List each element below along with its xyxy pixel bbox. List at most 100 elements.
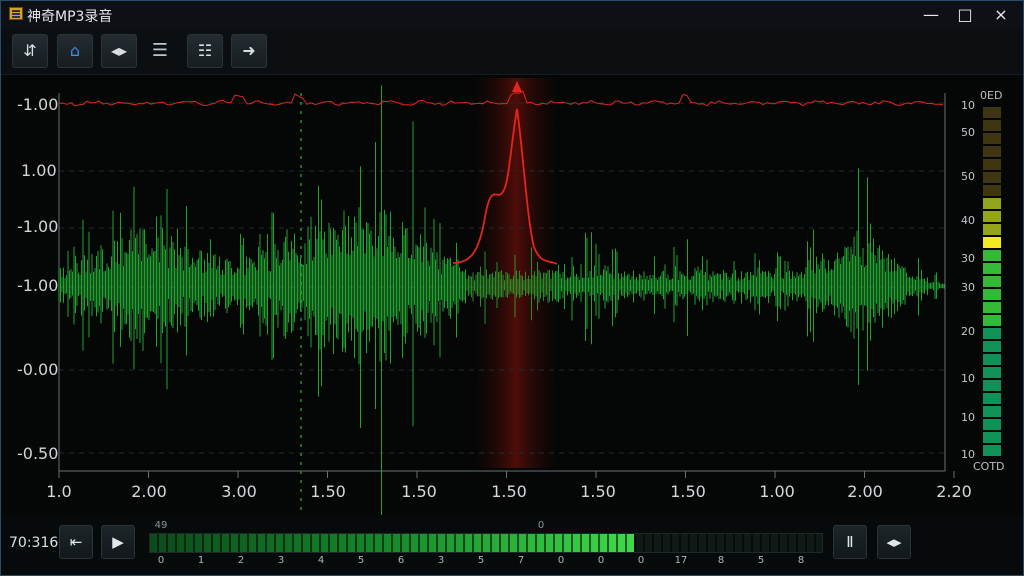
x-label: 1.50 bbox=[310, 482, 346, 501]
skip-marker-icon: ⇤ bbox=[69, 533, 83, 551]
meter-segment bbox=[983, 172, 1001, 183]
home-button[interactable]: ⌂ bbox=[57, 34, 93, 68]
right-scale-label: 40 bbox=[961, 214, 975, 227]
y-label: 1.00 bbox=[21, 161, 57, 180]
meter-segment bbox=[983, 432, 1001, 443]
split-arrow-icon: ◂▸ bbox=[110, 41, 128, 60]
sliders-icon: ⇵ bbox=[23, 41, 37, 60]
meter-segment bbox=[983, 250, 1001, 261]
meter-number: 2 bbox=[237, 555, 245, 566]
x-label: 1.0 bbox=[46, 482, 71, 501]
meter-segment bbox=[983, 341, 1001, 352]
meter-segment bbox=[983, 107, 1001, 118]
meter-top-label: 0 bbox=[537, 520, 545, 531]
meter-number: 6 bbox=[397, 555, 405, 566]
y-label: -1.00 bbox=[17, 217, 58, 236]
meter-number: 0 bbox=[597, 555, 605, 566]
meter-segment bbox=[983, 211, 1001, 222]
align-left-icon: ☷ bbox=[197, 41, 213, 60]
close-icon: × bbox=[994, 5, 1008, 24]
forward-button[interactable]: ➜ bbox=[231, 34, 267, 68]
pause-icon: Ⅱ bbox=[846, 533, 854, 551]
meter-number: 0 bbox=[637, 555, 645, 566]
list-button[interactable]: ☰ bbox=[142, 34, 178, 68]
meter-segment bbox=[983, 445, 1001, 456]
meter-bottom-label: COTD bbox=[973, 460, 1005, 473]
right-scale-label: 10 bbox=[961, 448, 975, 461]
time-display: 70:316 bbox=[9, 535, 59, 551]
play-icon: ▶ bbox=[112, 533, 124, 551]
maximize-button[interactable]: □ bbox=[949, 1, 981, 28]
maximize-icon: □ bbox=[957, 5, 973, 24]
meter-segment bbox=[983, 198, 1001, 209]
tune-button[interactable]: ⇵ bbox=[12, 34, 48, 68]
right-scale-label: 50 bbox=[961, 170, 975, 183]
right-scale-label: 10 bbox=[961, 99, 975, 112]
x-label: 1.50 bbox=[491, 482, 527, 501]
volume-icon: ◂▸ bbox=[886, 533, 902, 551]
window-title: 神奇MP3录音 bbox=[27, 9, 113, 25]
volume-button[interactable]: ◂▸ bbox=[877, 525, 911, 559]
meter-segment bbox=[983, 224, 1001, 235]
y-label: -0.00 bbox=[17, 360, 58, 379]
play-button[interactable]: ▶ bbox=[101, 525, 135, 559]
home-icon: ⌂ bbox=[69, 41, 81, 60]
meter-segment bbox=[983, 380, 1001, 391]
meter-segment bbox=[983, 120, 1001, 131]
meter-segment bbox=[983, 133, 1001, 144]
x-label: 2.00 bbox=[847, 482, 883, 501]
meter-segment bbox=[983, 289, 1001, 300]
meter-segment bbox=[983, 354, 1001, 365]
meter-number: 5 bbox=[757, 555, 765, 566]
meter-segment bbox=[983, 185, 1001, 196]
meter-top-label: 0ED bbox=[980, 89, 1002, 102]
forward-arrow-icon: ➜ bbox=[242, 41, 256, 60]
meter-segment bbox=[983, 328, 1001, 339]
meter-number: 17 bbox=[674, 555, 688, 566]
minimize-button[interactable]: — bbox=[915, 1, 947, 28]
meter-segment bbox=[983, 367, 1001, 378]
meter-top-label: 49 bbox=[154, 520, 168, 531]
x-label: 3.00 bbox=[221, 482, 257, 501]
meter-segment bbox=[983, 302, 1001, 313]
split-button[interactable]: ◂▸ bbox=[101, 34, 137, 68]
right-scale-label: 50 bbox=[961, 126, 975, 139]
input-level-meter bbox=[149, 533, 823, 553]
meter-number: 5 bbox=[357, 555, 365, 566]
pause-button[interactable]: Ⅱ bbox=[833, 525, 867, 559]
app-window: 神奇MP3录音 — □ × ⇵ ⌂ ◂▸ ☰ ☷ ➜ -1.00 1.00 -1… bbox=[0, 0, 1024, 576]
toolbar: ⇵ ⌂ ◂▸ ☰ ☷ ➜ bbox=[1, 28, 1023, 75]
meter-segment bbox=[983, 237, 1001, 248]
waveform-canvas[interactable]: -1.00 1.00 -1.00 -1.00 -0.00 -0.50 1.0 2… bbox=[1, 75, 1023, 515]
transport-bar: 70:316 ⇤ ▶ 49 0 0 1 2 3 4 5 6 3 5 7 0 0 0 17 8 5 8 Ⅱ ◂▸ bbox=[1, 517, 1023, 575]
right-scale-label: 20 bbox=[961, 325, 975, 338]
meter-segment bbox=[983, 393, 1001, 404]
meter-number: 0 bbox=[157, 555, 165, 566]
y-label: -1.00 bbox=[17, 95, 58, 114]
meter-number: 7 bbox=[517, 555, 525, 566]
skip-marker-button[interactable]: ⇤ bbox=[59, 525, 93, 559]
meter-number: 5 bbox=[477, 555, 485, 566]
align-button[interactable]: ☷ bbox=[187, 34, 223, 68]
list-lines-icon: ☰ bbox=[151, 40, 169, 61]
x-label: 1.50 bbox=[580, 482, 616, 501]
close-button[interactable]: × bbox=[985, 1, 1017, 28]
x-label: 2.00 bbox=[131, 482, 167, 501]
meter-segment bbox=[983, 263, 1001, 274]
right-scale-label: 10 bbox=[961, 411, 975, 424]
meter-segment bbox=[983, 159, 1001, 170]
meter-number: 0 bbox=[557, 555, 565, 566]
right-level-meter bbox=[983, 107, 1001, 456]
meter-segment bbox=[983, 419, 1001, 430]
meter-segment bbox=[983, 315, 1001, 326]
meter-number: 4 bbox=[317, 555, 325, 566]
x-label: 2.20 bbox=[936, 482, 972, 501]
meter-number: 3 bbox=[277, 555, 285, 566]
right-scale-label: 30 bbox=[961, 281, 975, 294]
title-bar: 神奇MP3录音 — □ × bbox=[1, 1, 1023, 28]
x-label: 1.50 bbox=[401, 482, 437, 501]
right-scale-label: 10 bbox=[961, 372, 975, 385]
minimize-icon: — bbox=[923, 5, 939, 24]
meter-number: 3 bbox=[437, 555, 445, 566]
meter-segment bbox=[983, 276, 1001, 287]
